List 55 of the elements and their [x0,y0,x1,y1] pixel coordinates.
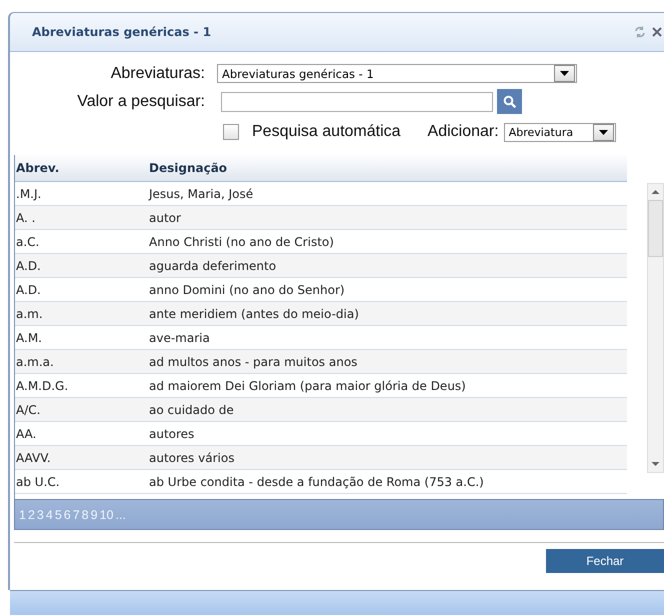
field-label: Abreviaturas: [110,64,206,82]
table-cell-text: A. . [15,210,36,224]
table-cell-text: A.D. [15,282,42,296]
table-cell-text: ab U.C. [15,474,61,488]
scroll-thumb[interactable] [648,200,663,257]
page-link[interactable]: 5 [54,508,62,522]
table-cell-text: ad maiorem Dei Gloriam (para maior glória de Deus) [149,378,467,392]
search-field[interactable] [221,92,493,112]
page-link[interactable]: 3 [36,508,44,522]
table-cell-text: a.C. [15,234,40,248]
table-cell-text: a.m. [15,306,44,320]
page-link[interactable]: 10 [100,508,114,522]
page-link[interactable]: 6 [64,508,71,522]
table-cell-text: ab Urbe condita - desde a fundação de Roma (753 a.C.) [149,474,485,488]
table-cell-text: A/C. [15,402,42,416]
table-cell-text: A.M. [15,330,43,344]
table-cell-text: autores vários [149,450,236,464]
column-header[interactable]: Designação [149,161,627,175]
table-cell-text: ante meridiem (antes do meio-dia) [149,306,360,320]
scrollbar[interactable] [647,183,664,473]
page-link[interactable]: ... [115,508,126,522]
table-cell-text: anno Domini (no ano do Senhor) [149,282,346,296]
table-cell-text: Jesus, Maria, José [149,186,254,200]
page-link[interactable]: 7 [72,508,80,522]
table-cell-text: a.m.a. [15,354,55,368]
refresh-icon[interactable] [634,25,646,39]
column-header[interactable]: Abrev. [15,161,149,175]
page-link[interactable]: 1 [19,508,26,522]
table-cell-text: A.M.D.G. [15,378,70,392]
close-icon[interactable] [652,26,662,38]
table-cell-text: A.D. [15,258,42,272]
page-link[interactable]: 2 [28,508,35,522]
page-link[interactable]: 4 [46,508,53,522]
field-label: Adicionar: [428,123,499,141]
table-cell-text: AAVV. [15,450,52,464]
table-cell-text: .M.J. [15,186,42,200]
search-icon [502,94,516,108]
table-cell-text: AA. [15,426,38,440]
checkbox-label: Pesquisa automática [252,123,401,141]
page-link[interactable]: 9 [90,508,98,522]
page-link[interactable]: 8 [82,508,89,522]
search-button[interactable] [497,89,522,114]
table-cell-text: Anno Christi (no ano de Cristo) [149,234,335,248]
close-button[interactable]: Fechar [546,549,664,573]
add-dropdown[interactable]: Abreviatura [504,122,616,142]
table-cell-text: autores [149,426,196,440]
checkbox[interactable] [223,124,239,140]
field-label: Valor a pesquisar: [76,92,206,110]
table-cell-text: autor [149,210,182,224]
table-cell-text: aguarda deferimento [149,258,278,272]
table-cell-text: ave-maria [149,330,211,344]
table-cell-text: ao cuidado de [149,402,235,416]
window-title: Abreviaturas genéricas - 1 [32,25,212,39]
abbreviations-dropdown[interactable]: Abreviaturas genéricas - 1 [217,64,577,83]
table-cell-text: ad multos anos - para muitos anos [149,354,358,368]
